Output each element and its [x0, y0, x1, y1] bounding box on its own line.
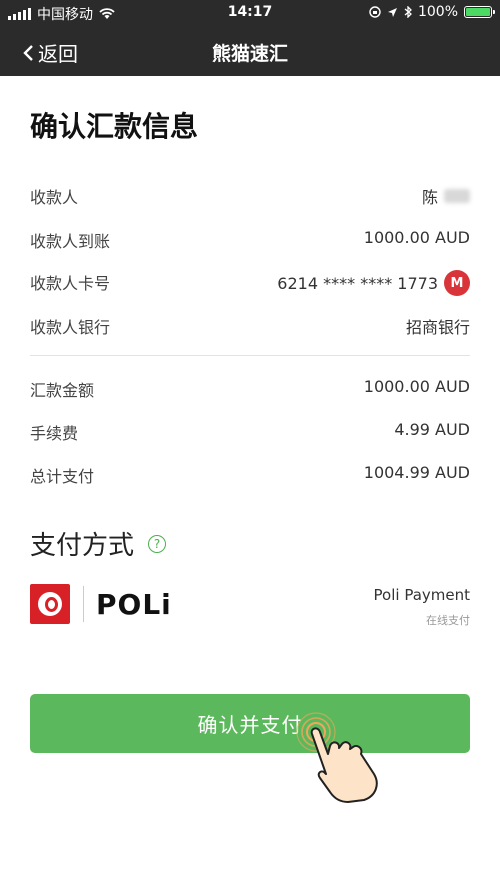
payment-title-text: 支付方式 [30, 531, 135, 561]
summary-value: 4.99 AUD [394, 420, 470, 439]
summary-value: 1004.99 AUD [363, 463, 470, 482]
detail-value: 1000.00 AUD [363, 228, 470, 247]
summary-label: 手续费 [30, 424, 79, 443]
poli-logo: POLi [96, 588, 172, 621]
summary-row-total: 总计支付 1004.99 AUD [30, 459, 470, 487]
battery-percent: 100% [417, 4, 458, 20]
cmb-bank-logo-icon: M [444, 270, 470, 296]
location-icon [387, 7, 397, 17]
detail-label: 收款人银行 [30, 318, 111, 337]
payment-method-row[interactable]: POLi Poli Payment 在线支付 [30, 580, 470, 630]
status-bar: 中国移动 14:17 100% [0, 0, 500, 26]
payment-section-title: 支付方式 ? [30, 525, 167, 562]
back-button[interactable]: 返回 [22, 38, 78, 67]
detail-row-received: 收款人到账 1000.00 AUD [30, 224, 470, 252]
nav-bar: 返回 熊猫速汇 [0, 26, 500, 76]
detail-label: 收款人 [30, 188, 79, 207]
detail-label: 收款人到账 [30, 232, 111, 251]
detail-row-payee: 收款人 陈 [30, 180, 470, 208]
summary-row-fee: 手续费 4.99 AUD [30, 416, 470, 444]
rotation-lock-icon [369, 6, 381, 18]
page-title: 确认汇款信息 [30, 110, 199, 143]
question-circle-icon[interactable]: ? [148, 534, 167, 553]
summary-label: 总计支付 [30, 467, 95, 486]
bluetooth-icon [404, 6, 412, 18]
status-right: 100% [369, 4, 495, 20]
logo-separator [83, 586, 84, 622]
back-label: 返回 [38, 42, 78, 66]
detail-value: 6214 **** **** 1773 [277, 273, 438, 293]
australia-post-logo-icon [30, 584, 70, 624]
detail-label: 收款人卡号 [30, 274, 111, 293]
detail-row-bank: 收款人银行 招商银行 [30, 310, 470, 338]
summary-label: 汇款金额 [30, 381, 95, 400]
redacted-name [444, 189, 470, 203]
battery-level [466, 8, 490, 16]
payment-method-name: Poli Payment [373, 586, 470, 604]
chevron-left-icon [23, 44, 33, 61]
payment-method-sub: 在线支付 [426, 614, 470, 627]
confirm-pay-button[interactable]: 确认并支付 [30, 694, 470, 753]
divider [30, 355, 470, 356]
detail-value: 陈 [421, 188, 438, 207]
detail-row-card: 收款人卡号 6214 **** **** 1773 M [30, 266, 470, 296]
battery-icon [464, 6, 495, 18]
summary-row-amount: 汇款金额 1000.00 AUD [30, 373, 470, 401]
summary-value: 1000.00 AUD [363, 377, 470, 396]
detail-value: 招商银行 [405, 318, 470, 337]
